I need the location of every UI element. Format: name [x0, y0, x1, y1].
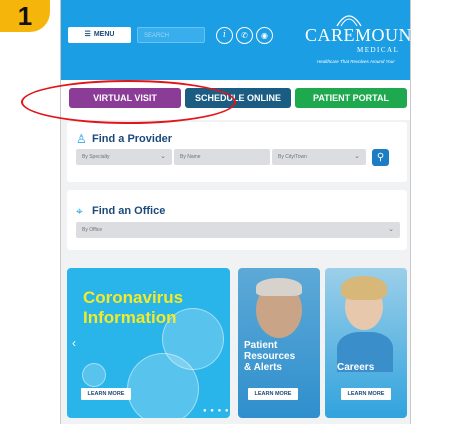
- find-office-title: Find an Office: [92, 205, 166, 217]
- careers-hair: [341, 276, 387, 300]
- patient-title-line-1: Patient: [244, 340, 278, 351]
- coronavirus-title-line-2: Information: [83, 308, 177, 327]
- patient-resources-title: Patient Resources & Alerts: [244, 340, 295, 373]
- chevron-left-icon[interactable]: ‹: [72, 336, 76, 350]
- location-icon[interactable]: ◉: [256, 27, 273, 44]
- chevron-down-icon: ⌄: [354, 153, 360, 160]
- find-provider-title: Find a Provider: [92, 133, 173, 145]
- patient-title-line-3: & Alerts: [244, 362, 282, 373]
- frame-border-right: [410, 0, 411, 424]
- chevron-down-icon: ⌄: [160, 153, 166, 160]
- city-select-label: By City/Town: [278, 154, 307, 160]
- careers-tile[interactable]: Careers LEARN MORE: [325, 268, 407, 418]
- map-pin-icon: ⌖: [76, 204, 83, 218]
- site-header: ☰ MENU SEARCH i ✆ ◉ CAREMOUNT MEDICAL Hea…: [61, 0, 423, 80]
- careers-title: Careers: [337, 362, 375, 373]
- patient-portal-button[interactable]: PATIENT PORTAL: [295, 88, 407, 108]
- name-input[interactable]: By Name: [174, 149, 270, 165]
- info-icon[interactable]: i: [216, 27, 233, 44]
- office-select-label: By Office: [82, 227, 103, 233]
- chevron-down-icon: ⌄: [388, 226, 394, 233]
- specialty-select[interactable]: By Specialty ⌄: [76, 149, 172, 165]
- office-select[interactable]: By Office ⌄: [76, 222, 400, 238]
- virus-illustration: [82, 363, 106, 387]
- specialty-select-label: By Specialty: [82, 154, 110, 160]
- city-select[interactable]: By City/Town ⌄: [272, 149, 366, 165]
- person-icon: ♙: [76, 132, 87, 146]
- patient-learn-more-button[interactable]: LEARN MORE: [248, 388, 298, 400]
- provider-search-button[interactable]: ⚲: [372, 149, 389, 166]
- coronavirus-title: Coronavirus Information: [83, 288, 183, 328]
- careers-learn-more-button[interactable]: LEARN MORE: [341, 388, 391, 400]
- search-icon: ⚲: [376, 152, 385, 163]
- patient-title-line-2: Resources: [244, 351, 296, 362]
- find-office-card: ⌖ Find an Office: [67, 190, 407, 250]
- virus-illustration: [127, 353, 199, 418]
- name-input-placeholder: By Name: [180, 154, 201, 160]
- menu-label: MENU: [93, 31, 115, 38]
- tagline: Healthcare That Revolves Around You!: [317, 59, 395, 64]
- page: 1 ☰ MENU SEARCH i ✆ ◉ CAREMOUNT MEDICAL H…: [0, 0, 469, 424]
- coronavirus-learn-more-button[interactable]: LEARN MORE: [81, 388, 131, 400]
- coronavirus-title-line-1: Coronavirus: [83, 288, 184, 307]
- menu-button[interactable]: ☰ MENU: [68, 27, 131, 43]
- coronavirus-tile[interactable]: Coronavirus Information ‹ LEARN MORE ● ●…: [67, 268, 230, 418]
- highlight-circle: [21, 80, 236, 124]
- hamburger-icon: ☰: [84, 31, 91, 38]
- patient-resources-tile[interactable]: Patient Resources & Alerts LEARN MORE: [238, 268, 320, 418]
- search-input[interactable]: SEARCH: [137, 27, 205, 43]
- patient-hair: [256, 278, 302, 296]
- logo-subtitle: MEDICAL: [357, 46, 400, 54]
- logo[interactable]: CAREMOUNT: [305, 25, 424, 46]
- step-badge: 1: [0, 0, 50, 32]
- carousel-dots[interactable]: ● ● ● ●: [203, 408, 230, 414]
- phone-icon[interactable]: ✆: [236, 27, 253, 44]
